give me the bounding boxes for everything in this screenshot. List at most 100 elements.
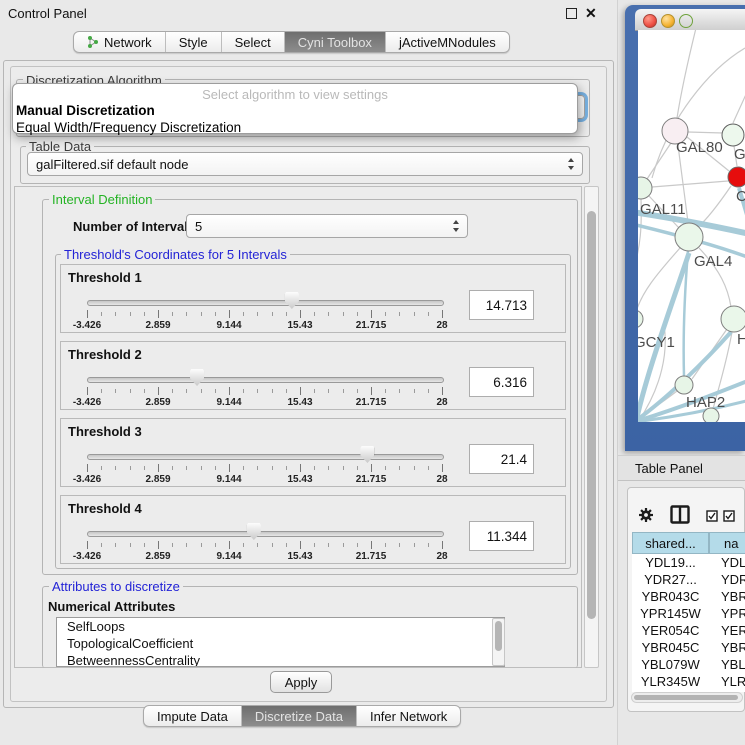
table-rows[interactable]: YDL19...YDL1 YDR27...YDR2 YBR043CYBR0 YP… <box>632 554 745 692</box>
tab-select[interactable]: Select <box>222 32 285 52</box>
table-row[interactable]: YBR043CYBR0 <box>632 588 745 605</box>
cell[interactable]: YBR0 <box>709 639 745 656</box>
table-data-value: galFiltered.sif default node <box>36 157 188 172</box>
attributes-group-label: Attributes to discretize <box>49 579 183 594</box>
table-row[interactable]: YDL19...YDL1 <box>632 554 745 571</box>
slider-handle[interactable] <box>285 292 299 309</box>
threshold-1-slider[interactable]: -3.4262.8599.14415.4321.71528 <box>83 291 446 333</box>
cell[interactable]: YPR1 <box>709 605 745 622</box>
slider-handle[interactable] <box>360 446 374 463</box>
list-item[interactable]: BetweennessCentrality <box>57 652 504 667</box>
cell[interactable]: YPR145W <box>632 605 709 622</box>
threshold-3-value-field[interactable]: 21.4 <box>469 444 534 474</box>
table-panel-header: Table Panel <box>618 455 745 481</box>
numerical-attributes-label: Numerical Attributes <box>48 599 175 614</box>
network-canvas[interactable]: GAL80 GA C GAL11 GAL4 GCY1 H HAP2 <box>638 30 745 422</box>
node-gal4[interactable] <box>675 223 703 251</box>
threshold-2-value-field[interactable]: 6.316 <box>469 367 534 397</box>
dropdown-option-manual[interactable]: Manual Discretization <box>13 102 577 119</box>
list-item[interactable]: SelfLoops <box>57 618 504 635</box>
node-label-right-mid: H <box>737 331 745 348</box>
slider-handle[interactable] <box>247 523 261 540</box>
network-view-window[interactable]: GAL80 GA C GAL11 GAL4 GCY1 H HAP2 <box>625 5 745 451</box>
slider-track[interactable] <box>87 300 444 306</box>
apply-button[interactable]: Apply <box>270 671 332 693</box>
cell[interactable]: YBR045C <box>632 639 709 656</box>
tab-impute-data[interactable]: Impute Data <box>144 706 242 726</box>
cell[interactable]: YDL1 <box>709 554 745 571</box>
zoom-traffic-light[interactable] <box>679 14 693 28</box>
checkbox-checked-icon[interactable] <box>723 510 735 522</box>
threshold-2-slider[interactable]: -3.4262.8599.14415.4321.71528 <box>83 368 446 410</box>
threshold-4-value-field[interactable]: 11.344 <box>469 521 534 551</box>
node-label-gal80: GAL80 <box>676 139 723 156</box>
slider-track[interactable] <box>87 377 444 383</box>
num-intervals-combobox[interactable]: 5 <box>186 214 468 238</box>
threshold-2-label: Threshold 2 <box>68 347 142 362</box>
tab-jactivemnodules[interactable]: jActiveMNodules <box>386 32 509 52</box>
cell[interactable]: YDR27... <box>632 571 709 588</box>
threshold-1-panel: Threshold 1 -3.4262.8599.14415.4321.7152… <box>60 264 566 333</box>
cell[interactable]: YBL079W <box>632 656 709 673</box>
attributes-list-scrollbar[interactable] <box>492 618 505 666</box>
dropdown-option-equal-width[interactable]: Equal Width/Frequency Discretization <box>13 119 577 136</box>
split-panel-icon[interactable] <box>670 505 690 524</box>
node-selected-red[interactable] <box>728 167 745 187</box>
table-row[interactable]: YBL079WYBL0 <box>632 656 745 673</box>
table-row[interactable]: YDR27...YDR2 <box>632 571 745 588</box>
table-row[interactable]: YPR145WYPR1 <box>632 605 745 622</box>
node-gal11[interactable] <box>638 177 652 199</box>
settings-vertical-scrollbar[interactable] <box>584 186 599 668</box>
tab-style[interactable]: Style <box>166 32 222 52</box>
table-row[interactable]: YER054CYER0 <box>632 622 745 639</box>
cell[interactable]: YER0 <box>709 622 745 639</box>
cell[interactable]: YLR3 <box>709 673 745 690</box>
close-traffic-light[interactable] <box>643 14 657 28</box>
column-header-shared-name[interactable]: shared... <box>632 532 709 554</box>
gear-icon[interactable] <box>638 507 654 523</box>
tab-discretize-data[interactable]: Discretize Data <box>242 706 357 726</box>
cell[interactable]: YBR043C <box>632 588 709 605</box>
threshold-4-panel: Threshold 4 -3.4262.8599.14415.4321.7152… <box>60 495 566 564</box>
slider-tick-labels: -3.4262.8599.14415.4321.71528 <box>83 320 446 332</box>
cell[interactable]: YDL19... <box>632 554 709 571</box>
numerical-attributes-list[interactable]: SelfLoops TopologicalCoefficient Between… <box>56 617 505 667</box>
interval-definition-label: Interval Definition <box>49 192 155 207</box>
scrollbar-thumb[interactable] <box>587 211 596 619</box>
node-right-top[interactable] <box>722 124 744 146</box>
tab-infer-network[interactable]: Infer Network <box>357 706 460 726</box>
cell[interactable]: YER054C <box>632 622 709 639</box>
tab-cyni-toolbox[interactable]: Cyni Toolbox <box>285 32 386 52</box>
network-icon <box>87 35 99 49</box>
table-horizontal-scrollbar[interactable] <box>631 692 743 703</box>
slider-track[interactable] <box>87 454 444 460</box>
slider-handle[interactable] <box>190 369 204 386</box>
node-right-mid[interactable] <box>721 306 745 332</box>
column-header-name[interactable]: na <box>709 532 745 554</box>
table-row[interactable]: YBR045CYBR0 <box>632 639 745 656</box>
network-window-titlebar[interactable] <box>635 9 745 31</box>
threshold-2-panel: Threshold 2 -3.4262.8599.14415.4321.7152… <box>60 341 566 410</box>
scrollbar-thumb[interactable] <box>634 695 738 700</box>
tab-network[interactable]: Network <box>74 32 166 52</box>
cell[interactable]: YDR2 <box>709 571 745 588</box>
num-intervals-label: Number of Intervals <box>73 219 195 234</box>
cell[interactable]: YBR0 <box>709 588 745 605</box>
num-intervals-value: 5 <box>195 219 202 234</box>
threshold-4-slider[interactable]: -3.4262.8599.14415.4321.71528 <box>83 522 446 564</box>
float-window-icon[interactable] <box>566 8 577 19</box>
checkbox-checked-icon[interactable] <box>706 510 718 522</box>
table-row[interactable]: YLR345WYLR3 <box>632 673 745 690</box>
scrollbar-thumb[interactable] <box>495 621 502 651</box>
cell[interactable]: YLR345W <box>632 673 709 690</box>
threshold-3-slider[interactable]: -3.4262.8599.14415.4321.71528 <box>83 445 446 487</box>
close-icon[interactable]: ✕ <box>585 8 597 19</box>
list-item[interactable]: TopologicalCoefficient <box>57 635 504 652</box>
slider-track[interactable] <box>87 531 444 537</box>
minimize-traffic-light[interactable] <box>661 14 675 28</box>
node-hap2[interactable] <box>675 376 693 394</box>
threshold-1-value-field[interactable]: 14.713 <box>469 290 534 320</box>
node-gcy1[interactable] <box>638 310 643 328</box>
cell[interactable]: YBL0 <box>709 656 745 673</box>
table-data-combobox[interactable]: galFiltered.sif default node <box>27 152 583 176</box>
